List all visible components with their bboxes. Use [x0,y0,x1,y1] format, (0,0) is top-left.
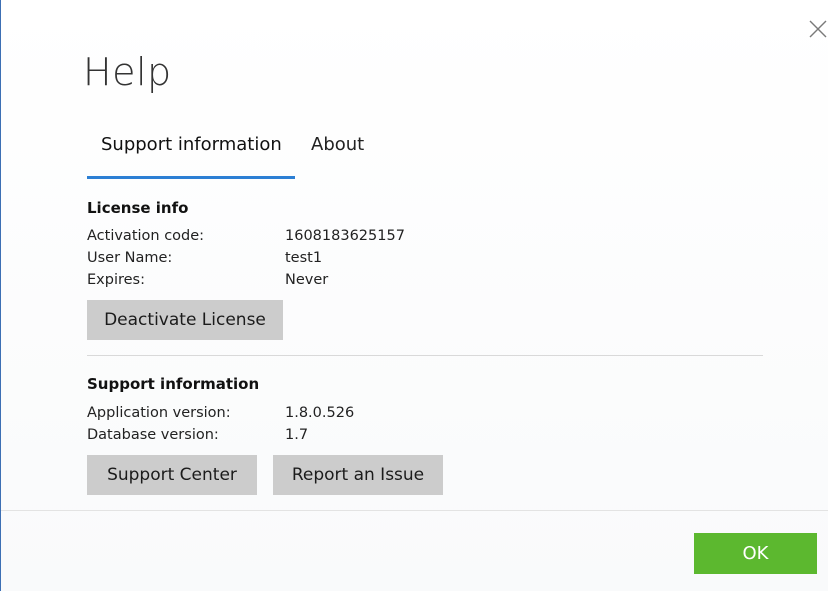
database-version-value: 1.7 [285,427,309,443]
expires-value: Never [285,272,329,288]
dialog-title: Help [83,50,172,94]
support-information-heading: Support information [87,375,260,393]
help-dialog: Help Support information About License i… [0,0,828,591]
activation-code-value: 1608183625157 [285,228,405,244]
user-name-value: test1 [285,250,323,266]
activation-code-label: Activation code: [87,228,205,244]
application-version-label: Application version: [87,405,231,421]
user-name-label: User Name: [87,250,173,266]
ok-button[interactable]: OK [694,533,817,574]
active-tab-indicator [87,176,295,179]
close-icon[interactable] [807,18,828,40]
deactivate-license-button[interactable]: Deactivate License [87,300,283,340]
license-info-heading: License info [87,199,189,217]
support-center-button[interactable]: Support Center [87,455,257,495]
tab-about[interactable]: About [311,134,364,155]
expires-label: Expires: [87,272,145,288]
footer-divider [1,510,828,511]
tab-support-information[interactable]: Support information [101,134,282,155]
application-version-value: 1.8.0.526 [285,405,355,421]
database-version-label: Database version: [87,427,219,443]
section-divider [87,355,763,356]
report-issue-button[interactable]: Report an Issue [273,455,443,495]
